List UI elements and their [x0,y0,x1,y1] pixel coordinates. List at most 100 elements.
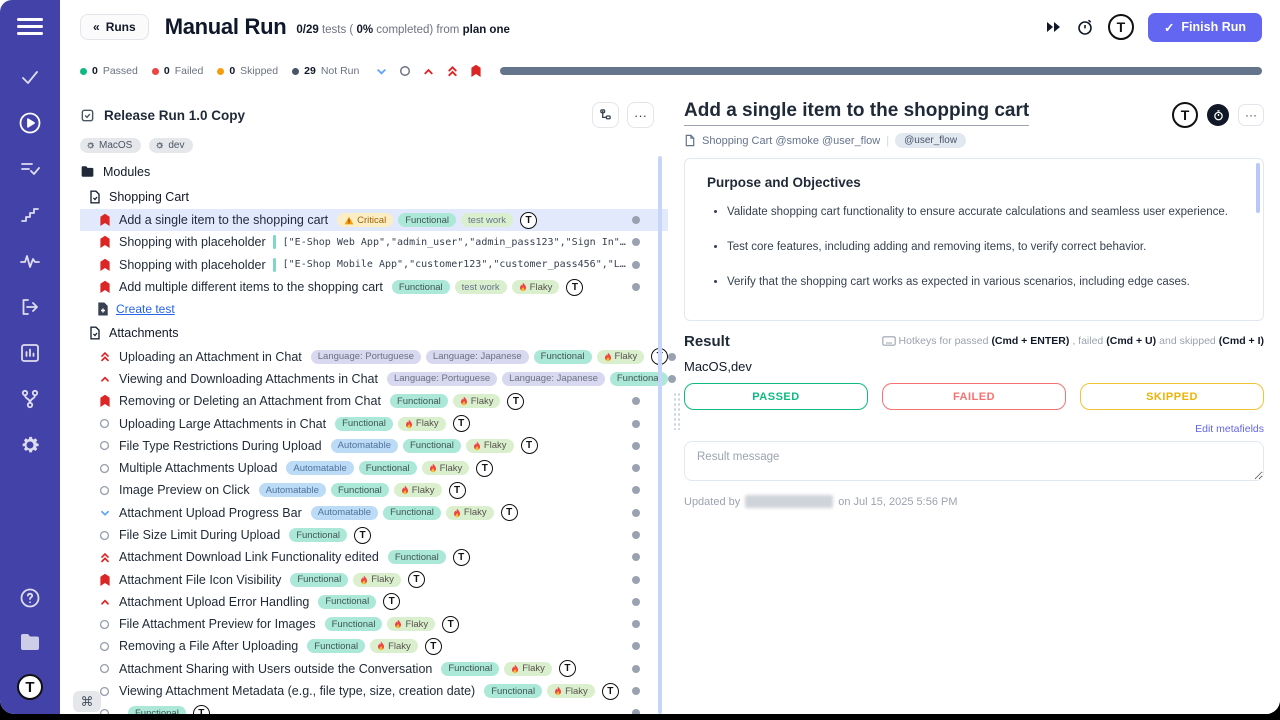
failed-button[interactable]: FAILED [882,383,1066,410]
t-logo[interactable]: T [453,549,470,566]
t-logo[interactable]: T [383,593,400,610]
row-status-dot[interactable] [632,709,640,714]
back-to-runs-button[interactable]: « Runs [80,14,149,40]
help-icon[interactable] [18,586,42,610]
fast-forward-icon[interactable] [1046,21,1062,33]
test-row[interactable]: Image Preview on ClickAutomatableFunctio… [80,479,668,501]
double-chevron-up-icon[interactable] [446,64,459,78]
bar-chart-icon[interactable] [18,341,42,365]
row-status-dot[interactable] [632,509,640,517]
t-logo[interactable]: T [425,638,442,655]
play-circle-icon[interactable] [18,111,42,135]
t-logo[interactable]: T [521,437,538,454]
hotkeys-button[interactable]: ⌘ [73,691,101,712]
row-status-dot[interactable] [632,553,640,561]
result-message-input[interactable] [684,441,1264,481]
row-status-dot[interactable] [632,238,640,246]
pulse-icon[interactable] [18,249,42,273]
tree-view-button[interactable] [592,102,619,128]
test-row[interactable]: Uploading an Attachment in ChatLanguage:… [80,345,668,367]
tree-group-row[interactable]: Modules [80,159,668,184]
test-row[interactable]: File Type Restrictions During UploadAuto… [80,435,668,457]
test-row[interactable]: Shopping with placeholder["E-Shop Mobile… [80,254,668,276]
test-row[interactable]: Attachment File Icon VisibilityFunctiona… [80,568,668,590]
row-status-dot[interactable] [632,576,640,584]
t-logo[interactable]: T [193,705,210,714]
test-row[interactable]: Removing a File After UploadingFunctiona… [80,635,668,657]
bookmark-icon[interactable] [470,64,482,78]
run-tag[interactable]: MacOS [80,138,141,153]
row-status-dot[interactable] [632,216,640,224]
row-status-dot[interactable] [632,420,640,428]
test-row[interactable]: Viewing and Downloading Attachments in C… [80,368,668,390]
test-row[interactable]: Add a single item to the shopping cartCr… [80,209,668,231]
t-logo[interactable]: T [520,212,537,229]
test-row[interactable]: File Attachment Preview for ImagesFuncti… [80,613,668,635]
test-row[interactable]: Viewing Attachment Metadata (e.g., file … [80,680,668,702]
chevron-down-icon[interactable] [375,65,388,78]
test-title[interactable]: Add a single item to the shopping cart [684,100,1029,126]
run-tag[interactable]: dev [149,138,193,153]
more-button[interactable]: ··· [1238,104,1264,126]
sign-in-icon[interactable] [18,295,42,319]
test-row[interactable]: Shopping with placeholder["E-Shop Web Ap… [80,231,668,253]
t-logo[interactable]: T [354,527,371,544]
test-row[interactable]: Attachment Upload Progress BarAutomatabl… [80,502,668,524]
t-logo[interactable]: T [1172,102,1198,128]
check-icon[interactable] [18,65,42,89]
test-row[interactable]: Removing or Deleting an Attachment from … [80,390,668,412]
t-logo[interactable]: T [453,415,470,432]
t-logo[interactable]: T [442,616,459,633]
test-row[interactable]: FunctionalT [80,702,668,714]
row-status-dot[interactable] [632,283,640,291]
panel-divider[interactable] [668,92,684,714]
chevron-up-icon[interactable] [422,65,435,78]
edit-metafields-link[interactable]: Edit metafields [1195,423,1264,435]
row-status-dot[interactable] [632,665,640,673]
row-status-dot[interactable] [632,486,640,494]
timer-icon[interactable] [1207,104,1229,126]
test-row[interactable]: Add multiple different items to the shop… [80,276,668,298]
row-status-dot[interactable] [632,531,640,539]
t-logo[interactable]: T [566,279,583,296]
row-status-dot[interactable] [632,442,640,450]
row-status-dot[interactable] [632,397,640,405]
tree-sub-row[interactable]: Attachments [80,320,668,345]
test-row[interactable]: Attachment Download Link Functionality e… [80,546,668,568]
t-logo[interactable]: T [17,674,43,700]
t-logo[interactable]: T [408,571,425,588]
skipped-button[interactable]: SKIPPED [1080,383,1264,410]
create-test-link[interactable]: Create test [116,302,175,316]
t-logo[interactable]: T [559,660,576,677]
folder-icon[interactable] [18,630,42,654]
t-logo[interactable]: T [501,504,518,521]
gear-icon[interactable] [18,433,42,457]
t-logo[interactable]: T [602,683,619,700]
tree-scrollbar[interactable] [658,156,662,714]
test-row[interactable]: Attachment Upload Error HandlingFunction… [80,591,668,613]
drag-handle-icon[interactable] [673,392,680,430]
more-button[interactable]: ··· [627,102,654,128]
t-logo[interactable]: T [449,482,466,499]
stopwatch-icon[interactable] [1076,18,1094,36]
test-row[interactable]: Attachment Sharing with Users outside th… [80,658,668,680]
list-check-icon[interactable] [18,157,42,181]
circle-icon[interactable] [399,65,411,77]
test-row[interactable]: File Size Limit During UploadFunctionalT [80,524,668,546]
tree-sub-row[interactable]: Shopping Cart [80,184,668,209]
branch-icon[interactable] [18,387,42,411]
row-status-dot[interactable] [632,598,640,606]
t-logo[interactable]: T [1108,14,1134,40]
description-scrollbar[interactable] [1256,163,1260,213]
finish-run-button[interactable]: ✓ Finish Run [1148,13,1262,42]
row-status-dot[interactable] [632,464,640,472]
test-row[interactable]: Multiple Attachments UploadAutomatableFu… [80,457,668,479]
row-status-dot[interactable] [632,687,640,695]
row-status-dot[interactable] [632,642,640,650]
t-logo[interactable]: T [476,460,493,477]
row-status-dot[interactable] [632,261,640,269]
menu-icon[interactable] [17,18,43,35]
passed-button[interactable]: PASSED [684,383,868,410]
row-status-dot[interactable] [632,620,640,628]
t-logo[interactable]: T [507,393,524,410]
